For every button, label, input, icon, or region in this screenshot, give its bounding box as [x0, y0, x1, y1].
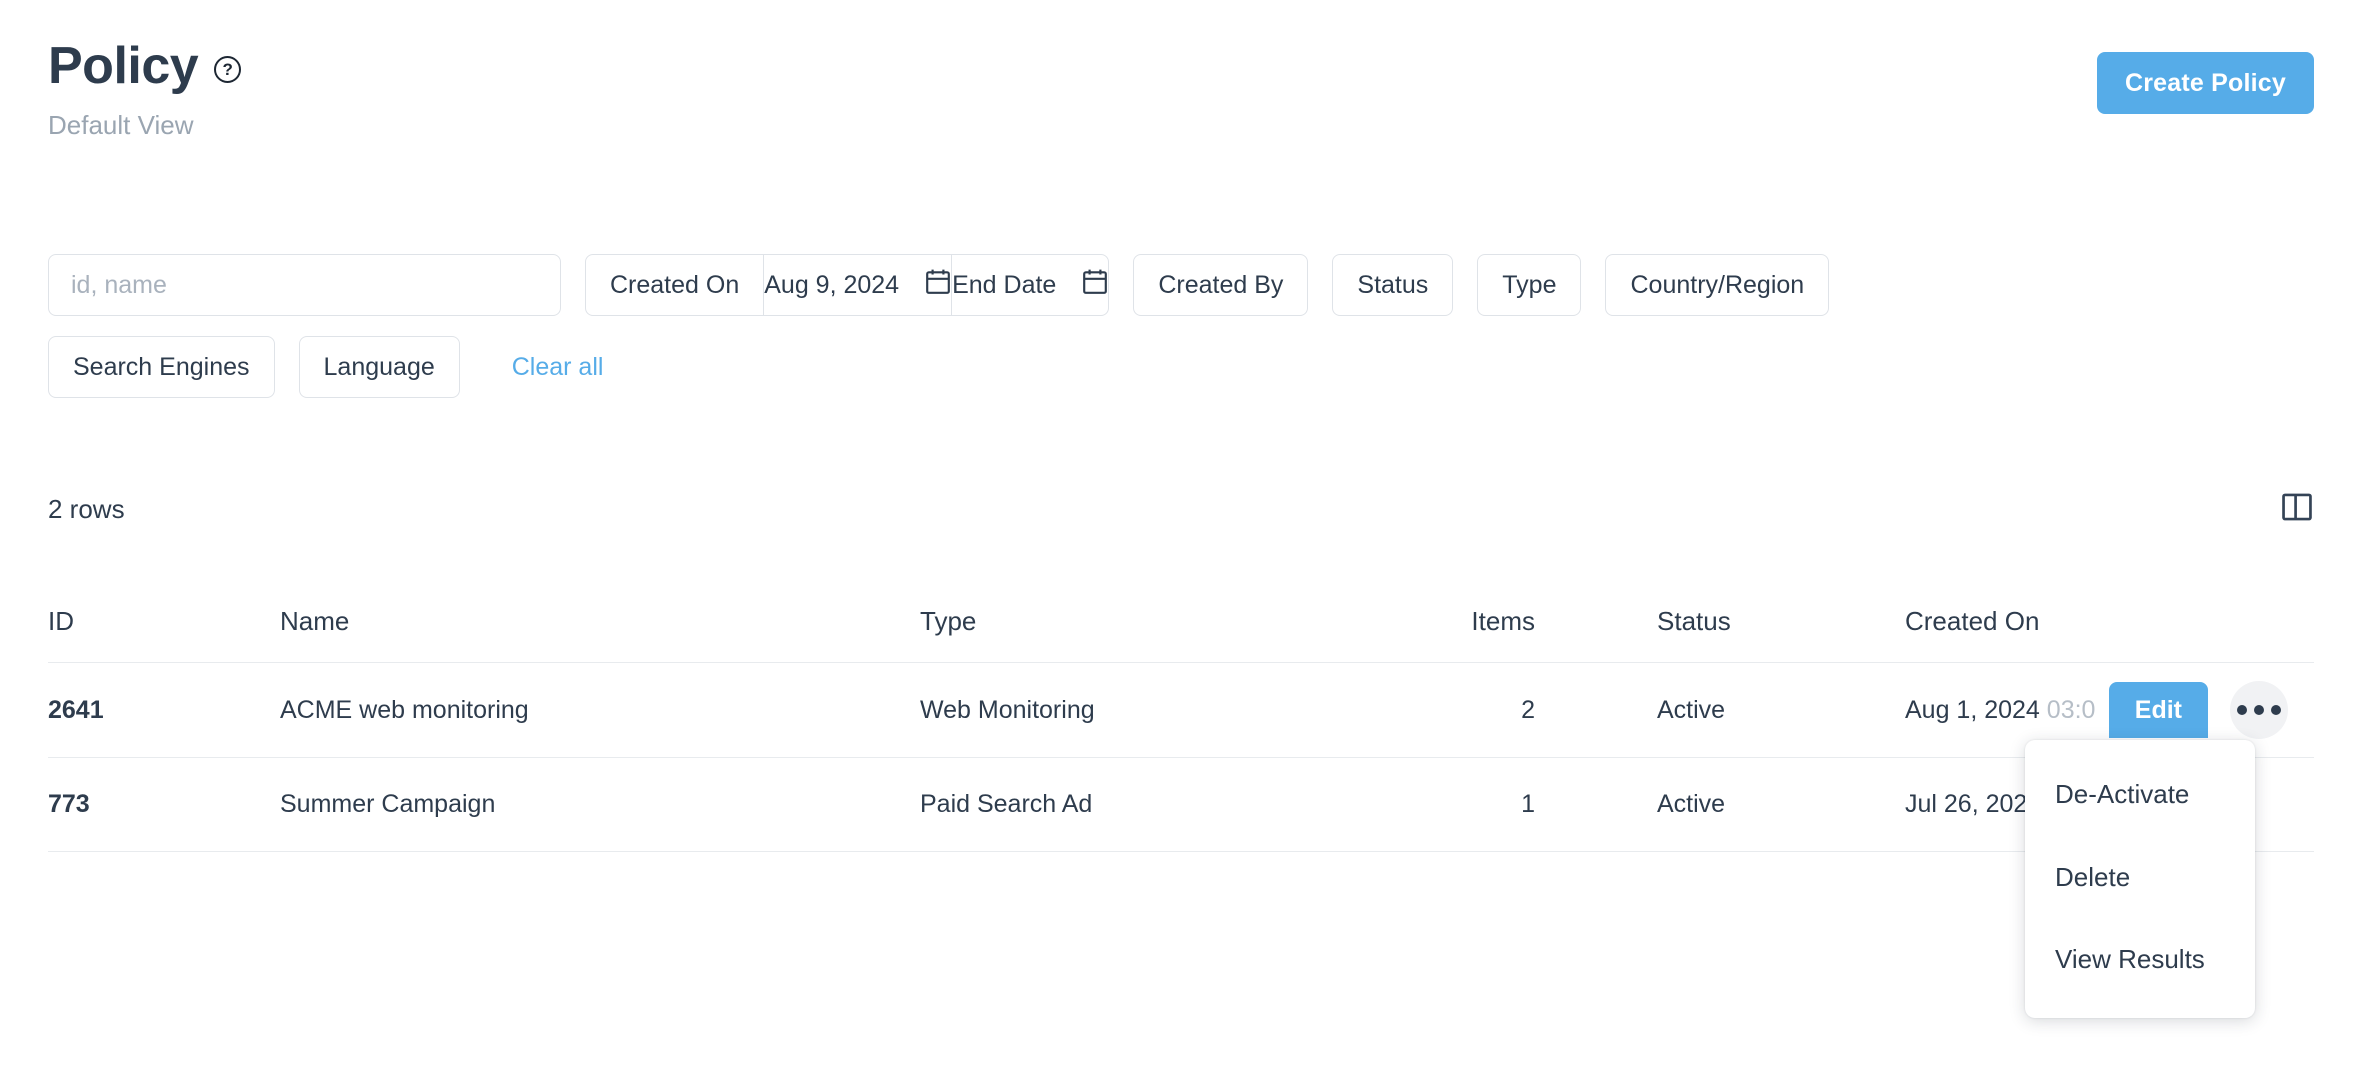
table-row[interactable]: 2641 ACME web monitoring Web Monitoring …	[48, 662, 2314, 757]
filter-row-primary: Created On Aug 9, 2024 End Date	[48, 254, 2318, 316]
policy-list-page: Policy ? Default View Create Policy Crea…	[0, 0, 2362, 1068]
question-circle-icon[interactable]: ?	[214, 55, 242, 83]
table-row[interactable]: 773 Summer Campaign Paid Search Ad 1 Act…	[48, 757, 2314, 852]
column-header-type[interactable]: Type	[920, 606, 1390, 637]
filter-chip-type[interactable]: Type	[1477, 254, 1582, 316]
page-title: Policy	[48, 37, 199, 95]
filter-chip-language[interactable]: Language	[298, 336, 460, 398]
column-header-status[interactable]: Status	[1535, 606, 1905, 637]
cell-id: 2641	[48, 695, 104, 724]
title-row: Policy ?	[48, 37, 242, 95]
cell-type: Paid Search Ad	[920, 790, 1093, 818]
columns-layout-icon[interactable]	[2280, 490, 2314, 524]
cell-items: 1	[1521, 790, 1535, 818]
column-header-items[interactable]: Items	[1390, 606, 1535, 637]
ellipsis-icon[interactable]	[2230, 681, 2288, 739]
cell-name: Summer Campaign	[280, 790, 496, 818]
cell-status: Active	[1657, 695, 1726, 724]
cell-id: 773	[48, 790, 90, 818]
search-input[interactable]	[48, 254, 561, 316]
calendar-icon	[1082, 268, 1108, 302]
menu-item-delete[interactable]: Delete	[2025, 849, 2255, 906]
filter-bar: Created On Aug 9, 2024 End Date	[48, 254, 2318, 398]
cell-status: Active	[1657, 790, 1726, 818]
created-date: Aug 1, 2024	[1905, 695, 2040, 724]
column-header-name[interactable]: Name	[280, 606, 920, 637]
start-date-field[interactable]: Aug 9, 2024	[763, 255, 951, 315]
filter-chip-status[interactable]: Status	[1332, 254, 1454, 316]
created-on-date-range: Created On Aug 9, 2024 End Date	[585, 254, 1110, 316]
filter-chip-country-region[interactable]: Country/Region	[1605, 254, 1830, 316]
create-policy-button[interactable]: Create Policy	[2096, 52, 2314, 114]
row-actions-dropdown: De-Activate Delete View Results	[2025, 740, 2255, 1018]
start-date-value: Aug 9, 2024	[764, 270, 900, 299]
end-date-value: End Date	[952, 270, 1057, 299]
view-subtitle: Default View	[48, 110, 194, 140]
row-count-label: 2 rows	[48, 494, 125, 524]
policy-table: ID Name Type Items Status Created On 264…	[48, 580, 2314, 852]
filter-chip-search-engines[interactable]: Search Engines	[48, 336, 275, 398]
filter-chip-created-by[interactable]: Created By	[1133, 254, 1309, 316]
created-date: Jul 26, 2022	[1905, 790, 2042, 818]
cell-items: 2	[1521, 695, 1535, 724]
cell-name: ACME web monitoring	[280, 695, 529, 724]
column-header-created-on[interactable]: Created On	[1905, 606, 2314, 637]
edit-button[interactable]: Edit	[2108, 682, 2208, 738]
calendar-icon	[925, 268, 951, 302]
date-range-label: Created On	[610, 270, 740, 299]
column-header-id[interactable]: ID	[48, 606, 280, 637]
end-date-field[interactable]: End Date	[951, 255, 1108, 315]
menu-item-view-results[interactable]: View Results	[2025, 931, 2255, 988]
filter-row-secondary: Search Engines Language Clear all	[48, 336, 2318, 398]
menu-item-de-activate[interactable]: De-Activate	[2025, 766, 2255, 823]
table-header-row: ID Name Type Items Status Created On	[48, 580, 2314, 662]
cell-type: Web Monitoring	[920, 695, 1095, 724]
row-actions: Edit	[2108, 681, 2288, 739]
created-time: 03:0	[2046, 695, 2096, 724]
page-header: Policy ? Default View	[48, 37, 242, 141]
clear-all-button[interactable]: Clear all	[512, 353, 604, 382]
